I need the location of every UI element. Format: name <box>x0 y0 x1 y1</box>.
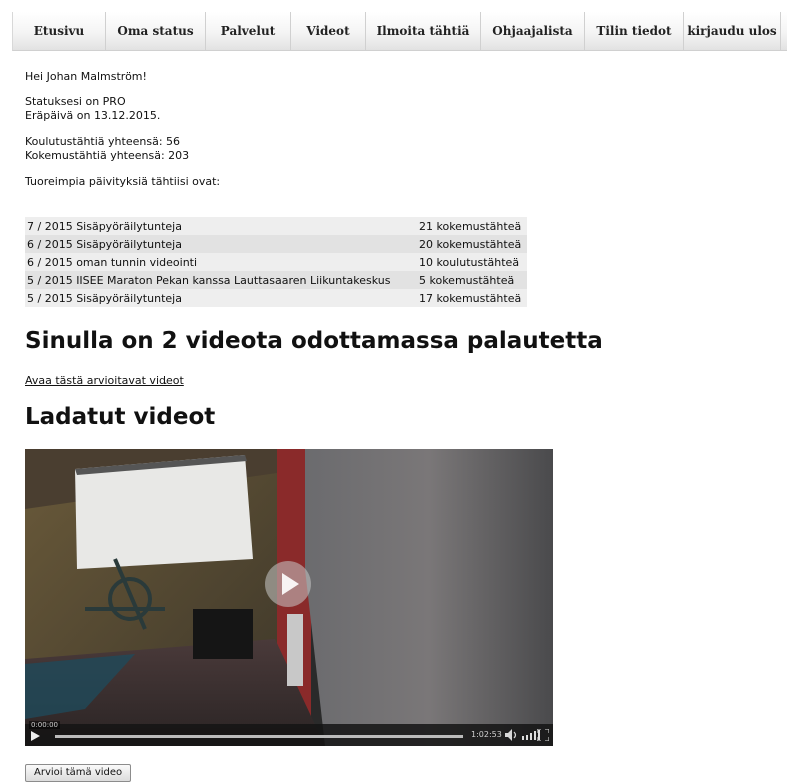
updates-intro: Tuoreimpia päivityksiä tähtiisi ovat: <box>25 175 221 188</box>
play-icon <box>282 573 299 595</box>
update-stars: 10 koulutustähteä <box>417 253 527 271</box>
pending-videos-heading: Sinulla on 2 videota odottamassa palaute… <box>25 328 603 354</box>
uploaded-videos-heading: Ladatut videot <box>25 404 216 430</box>
due-date-text: Eräpäivä on 13.12.2015. <box>25 109 161 122</box>
table-row: 7 / 2015 Sisäpyöräilytunteja 21 kokemust… <box>25 217 527 235</box>
user-info: Hei Johan Malmström! Statuksesi on PRO E… <box>25 70 765 189</box>
updates-table: 7 / 2015 Sisäpyöräilytunteja 21 kokemust… <box>25 217 527 307</box>
update-stars: 21 kokemustähteä <box>417 217 527 235</box>
update-activity: 7 / 2015 Sisäpyöräilytunteja <box>25 217 417 235</box>
table-row: 5 / 2015 Sisäpyöräilytunteja 17 kokemust… <box>25 289 527 307</box>
control-play-icon[interactable] <box>31 731 40 741</box>
video-player[interactable]: 0:00:00 1:02:53 <box>25 449 553 746</box>
total-time: 1:02:53 <box>471 730 502 739</box>
update-stars: 17 kokemustähteä <box>417 289 527 307</box>
seek-bar[interactable] <box>55 735 463 738</box>
table-row: 5 / 2015 IISEE Maraton Pekan kanssa Laut… <box>25 271 527 289</box>
nav-kirjaudu-ulos[interactable]: kirjaudu ulos <box>684 12 781 50</box>
play-button[interactable] <box>265 561 311 607</box>
experience-stars-total: Kokemustähtiä yhteensä: 203 <box>25 149 190 162</box>
update-activity: 6 / 2015 Sisäpyöräilytunteja <box>25 235 417 253</box>
nav-etusivu[interactable]: Etusivu <box>13 12 106 50</box>
open-review-videos-link[interactable]: Avaa tästä arvioitavat videot <box>25 374 184 387</box>
status-text: Statuksesi on PRO <box>25 95 126 108</box>
update-stars: 20 kokemustähteä <box>417 235 527 253</box>
table-row: 6 / 2015 Sisäpyöräilytunteja 20 kokemust… <box>25 235 527 253</box>
table-row: 6 / 2015 oman tunnin videointi 10 koulut… <box>25 253 527 271</box>
nav-ohjaajalista[interactable]: Ohjaajalista <box>481 12 585 50</box>
fullscreen-icon[interactable] <box>537 729 549 741</box>
nav-oma-status[interactable]: Oma status <box>106 12 206 50</box>
nav-tilin-tiedot[interactable]: Tilin tiedot <box>585 12 684 50</box>
nav-ilmoita-tahtia[interactable]: Ilmoita tähtiä <box>366 12 481 50</box>
training-stars-total: Koulutustähtiä yhteensä: 56 <box>25 135 181 148</box>
nav-palvelut[interactable]: Palvelut <box>206 12 291 50</box>
greeting: Hei Johan Malmström! <box>25 70 147 83</box>
video-controls: 0:00:00 1:02:53 <box>25 721 553 746</box>
main-nav: Etusivu Oma status Palvelut Videot Ilmoi… <box>12 12 787 51</box>
update-activity: 5 / 2015 Sisäpyöräilytunteja <box>25 289 417 307</box>
link-suffix: . <box>164 374 168 387</box>
volume-icon[interactable] <box>505 729 519 741</box>
update-activity: 5 / 2015 IISEE Maraton Pekan kanssa Laut… <box>25 271 417 289</box>
nav-videot[interactable]: Videot <box>291 12 366 50</box>
update-activity: 6 / 2015 oman tunnin videointi <box>25 253 417 271</box>
current-time: 0:00:00 <box>29 721 60 729</box>
update-stars: 5 kokemustähteä <box>417 271 527 289</box>
rate-video-button[interactable]: Arvioi tämä video <box>25 764 132 782</box>
